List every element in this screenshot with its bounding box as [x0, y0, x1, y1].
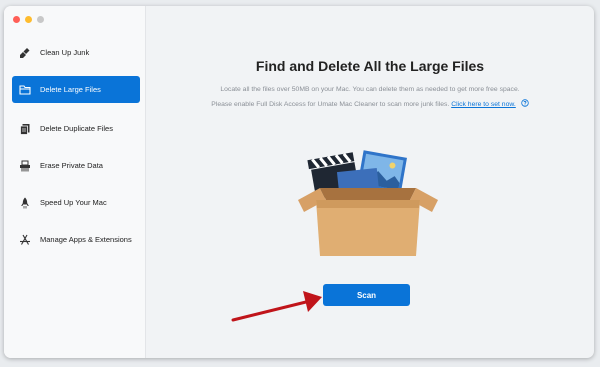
sidebar-item-label: Speed Up Your Mac: [40, 198, 107, 207]
window-controls: [13, 16, 44, 23]
sidebar-item-manage-apps-extensions[interactable]: Manage Apps & Extensions: [12, 226, 140, 253]
duplicate-files-icon: [18, 122, 32, 136]
open-box-with-files-icon: [298, 148, 438, 263]
question-circle-icon[interactable]: [520, 99, 529, 109]
description-line-2: Please enable Full Disk Access for Umate…: [146, 99, 594, 109]
sidebar-item-clean-up-junk[interactable]: Clean Up Junk: [12, 39, 140, 66]
app-window: Clean Up Junk Delete Large Files Delete …: [4, 6, 594, 358]
sidebar: Clean Up Junk Delete Large Files Delete …: [4, 6, 146, 358]
sidebar-item-label: Clean Up Junk: [40, 48, 90, 57]
minimize-window-button[interactable]: [25, 16, 32, 23]
sidebar-item-speed-up-your-mac[interactable]: Speed Up Your Mac: [12, 189, 140, 216]
broom-icon: [18, 46, 32, 60]
scan-button[interactable]: Scan: [323, 284, 410, 306]
zoom-window-button[interactable]: [37, 16, 44, 23]
sidebar-item-label: Delete Large Files: [40, 85, 101, 94]
sidebar-item-delete-duplicate-files[interactable]: Delete Duplicate Files: [12, 115, 140, 142]
sidebar-item-label: Delete Duplicate Files: [40, 124, 113, 133]
page-title: Find and Delete All the Large Files: [255, 58, 485, 74]
rocket-icon: [18, 196, 32, 210]
shredder-icon: [18, 159, 32, 173]
folder-icon: [18, 83, 32, 97]
main-panel: Find and Delete All the Large Files Loca…: [146, 6, 594, 358]
sidebar-item-label: Manage Apps & Extensions: [40, 235, 132, 244]
sidebar-item-delete-large-files[interactable]: Delete Large Files: [12, 76, 140, 103]
full-disk-access-link[interactable]: Click here to set now.: [451, 101, 516, 108]
sidebar-item-erase-private-data[interactable]: Erase Private Data: [12, 152, 140, 179]
description-line-1: Locate all the files over 50MB on your M…: [220, 86, 520, 93]
sidebar-item-label: Erase Private Data: [40, 161, 103, 170]
close-window-button[interactable]: [13, 16, 20, 23]
description-line-2-text: Please enable Full Disk Access for Umate…: [211, 101, 450, 108]
app-store-icon: [18, 233, 32, 247]
